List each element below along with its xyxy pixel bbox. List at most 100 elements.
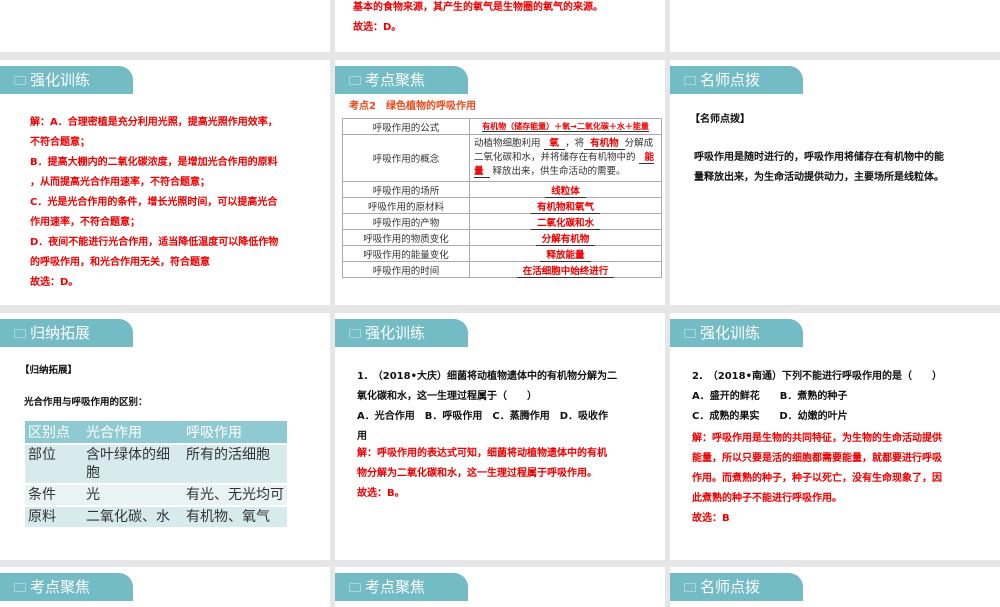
comparison-table: 区别点 光合作用 呼吸作用 部位 含叶绿体的细胞 所有的活细胞 条件光有光、无光均可 原… [25, 421, 287, 527]
cell: 原料 [25, 505, 83, 527]
slide-thumbnail[interactable]: 考点聚焦 考点2 绿色植物的呼吸作用 呼吸作用的公式 有机物（储存能量）＋氧→二氧… [335, 60, 665, 305]
book-icon [684, 76, 696, 85]
slide-thumbnail[interactable]: 考点聚焦 [335, 567, 665, 607]
cell: 所有的活细胞 [183, 443, 287, 484]
section-tab: 归纳拓展 [0, 319, 133, 347]
line: ，从而提高光合作用速率，不符合题意； [30, 177, 210, 188]
book-icon [684, 329, 696, 338]
line: 故选：D。 [30, 277, 79, 288]
slide-thumbnail[interactable]: 归纳拓展 【归纳拓展】 光合作用与呼吸作用的区别： 区别点 光合作用 呼吸作用 部位… [0, 313, 330, 560]
line: 不符合题意； [30, 137, 90, 148]
row-label: 呼吸作用的场所 [342, 181, 470, 198]
line: 故选：B [692, 513, 730, 524]
row-value: 在活细胞中始终进行 [516, 265, 615, 278]
row-label: 呼吸作用的概念 [342, 134, 470, 182]
tab-title: 强化训练 [700, 324, 761, 342]
row-value: 释放能量 [540, 249, 591, 262]
row-label: 呼吸作用的产物 [342, 213, 470, 230]
book-icon [349, 583, 361, 592]
tab-title: 名师点拨 [700, 578, 761, 596]
slide-thumbnail[interactable]: 名师点拨 【名师点拨】 呼吸作用是随时进行的，呼吸作用将储存在有机物中的能 量释… [670, 60, 1000, 305]
cell: 部位 [25, 443, 83, 484]
section-tab: 强化训练 [335, 319, 468, 347]
section-tab: 考点聚焦 [335, 66, 468, 94]
answer-text: 解：呼吸作用的表达式可知，细菌将动植物遗体中的有机 物分解为二氧化碳和水，这一生… [357, 444, 607, 504]
book-icon [14, 583, 26, 592]
tab-title: 强化训练 [365, 324, 426, 342]
row-value: 分解有机物 [535, 233, 596, 246]
line: A．光合作用 B．呼吸作用 C．蒸腾作用 D．吸收作 [357, 411, 609, 422]
slide-thumbnail[interactable]: 强化训练 1. （2018•大庆）细菌将动植物遗体中的有机物分解为二 氧化碳和水… [335, 313, 665, 560]
question-text: 2. （2018•南通）下列不能进行呼吸作用的是（ ） A．盛开的鲜花 B．煮熟… [692, 367, 942, 427]
slide-thumbnail[interactable]: 基本的食物来源，其产生的氧气是生物圈的氧气的来源。 故选：D。 [335, 0, 665, 52]
tip-text: 呼吸作用是随时进行的，呼吸作用将储存在有机物中的能 量释放出来，为生命活动提供动… [694, 148, 944, 188]
line: A．盛开的鲜花 B．煮熟的种子 [692, 391, 848, 402]
cell: 含叶绿体的细胞 [83, 443, 183, 484]
cell: 二氧化碳、水 [83, 505, 183, 527]
line: C．光是光合作用的条件，增长光照时间，可以提高光合 [30, 197, 278, 208]
col-header: 区别点 [25, 421, 83, 444]
formula: 有机物（储存能量）＋氧→二氧化碳＋水＋能量 [482, 122, 649, 132]
line: 此煮熟的种子不能进行呼吸作用。 [692, 493, 842, 504]
book-icon [349, 76, 361, 85]
line: 解：呼吸作用的表达式可知，细菌将动植物遗体中的有机 [357, 448, 607, 459]
slide-thumbnail[interactable]: 强化训练 2. （2018•南通）下列不能进行呼吸作用的是（ ） A．盛开的鲜花… [670, 313, 1000, 560]
slide-thumbnail[interactable] [0, 0, 330, 52]
line: 故选：B。 [357, 488, 405, 499]
section-tab: 考点聚焦 [335, 573, 468, 601]
line: 2. （2018•南通）下列不能进行呼吸作用的是（ ） [692, 371, 942, 382]
answer-line: 基本的食物来源，其产生的氧气是生物圈的氧气的来源。 [353, 2, 603, 13]
question-text: 1. （2018•大庆）细菌将动植物遗体中的有机物分解为二 氧化碳和水，这一生理… [357, 367, 617, 447]
cell: 光 [83, 483, 183, 506]
section-tab: 考点聚焦 [0, 573, 133, 601]
line: 作用速率，不符合题意； [30, 217, 140, 228]
row-label: 呼吸作用的能量变化 [342, 245, 470, 262]
row-label: 呼吸作用的公式 [342, 118, 470, 135]
line: 的呼吸作用，和光合作用无关，符合题意 [30, 257, 210, 268]
cell: 条件 [25, 483, 83, 506]
line: B．提高大棚内的二氧化碳浓度，是增加光合作用的原料 [30, 157, 278, 168]
book-icon [14, 76, 26, 85]
line: 呼吸作用是随时进行的，呼吸作用将储存在有机物中的能 [694, 152, 944, 163]
row-label: 呼吸作用的物质变化 [342, 229, 470, 246]
tab-title: 强化训练 [30, 71, 91, 89]
row-value: 二氧化碳和水 [530, 217, 600, 230]
line: 能量，所以只要是活的细胞都需要能量，就都要进行呼吸 [692, 453, 942, 464]
answer-line: 故选：D。 [353, 22, 402, 33]
section-tab: 名师点拨 [670, 66, 803, 94]
respiration-table: 呼吸作用的公式 有机物（储存能量）＋氧→二氧化碳＋水＋能量 呼吸作用的概念 动植物… [342, 118, 662, 278]
line: 作用。而煮熟的种子，种子以死亡，没有生命现象了，因 [692, 473, 942, 484]
line: 解：呼吸作用是生物的共同特征，为生物的生命活动提供 [692, 433, 942, 444]
row-value: 线粒体 [545, 185, 586, 198]
slide-thumbnail[interactable]: 强化训练 解：A．合理密植是充分利用光照，提高光照作用效率， 不符合题意； B．… [0, 60, 330, 305]
line: 氧化碳和水，这一生理过程属于（ ） [357, 391, 537, 402]
book-icon [14, 329, 26, 338]
line: 量释放出来，为生命活动提供动力，主要场所是线粒体。 [694, 172, 944, 183]
row-label: 呼吸作用的时间 [342, 261, 470, 278]
col-header: 光合作用 [83, 421, 183, 444]
tab-title: 名师点拨 [700, 71, 761, 89]
topic-heading: 考点2 绿色植物的呼吸作用 [349, 101, 476, 112]
line: D．夜间不能进行光合作用，适当降低温度可以降低作物 [30, 237, 279, 248]
tab-title: 考点聚焦 [30, 578, 91, 596]
line: 物分解为二氧化碳和水，这一生理过程属于呼吸作用。 [357, 468, 597, 479]
section-tab: 强化训练 [0, 66, 133, 94]
tab-title: 归纳拓展 [30, 324, 91, 342]
book-icon [684, 583, 696, 592]
section-heading: 【名师点拨】 [690, 114, 750, 125]
cell: 有机物、氧气 [183, 505, 287, 527]
line: 1. （2018•大庆）细菌将动植物遗体中的有机物分解为二 [357, 371, 617, 382]
slide-thumbnail[interactable]: 名师点拨 [670, 567, 1000, 607]
answer-text: 解：A．合理密植是充分利用光照，提高光照作用效率， 不符合题意； B．提高大棚内… [30, 113, 278, 293]
line: 解：A．合理密植是充分利用光照，提高光照作用效率， [30, 117, 278, 128]
slide-thumbnail[interactable] [670, 0, 1000, 52]
subtitle: 光合作用与呼吸作用的区别： [24, 397, 148, 408]
slide-thumbnail[interactable]: 考点聚焦 [0, 567, 330, 607]
tab-title: 考点聚焦 [365, 578, 426, 596]
row-value: 有机物和氧气 [530, 201, 600, 214]
answer-text: 解：呼吸作用是生物的共同特征，为生物的生命活动提供 能量，所以只要是活的细胞都需… [692, 429, 942, 529]
tab-title: 考点聚焦 [365, 71, 426, 89]
concept-text: 动植物细胞利用 氧，将 有机物 分解成二氧化碳和水，并将储存在有机物中的 能量 释放… [469, 134, 662, 182]
line: C．成熟的果实 D．幼嫩的叶片 [692, 411, 848, 422]
col-header: 呼吸作用 [183, 421, 287, 444]
